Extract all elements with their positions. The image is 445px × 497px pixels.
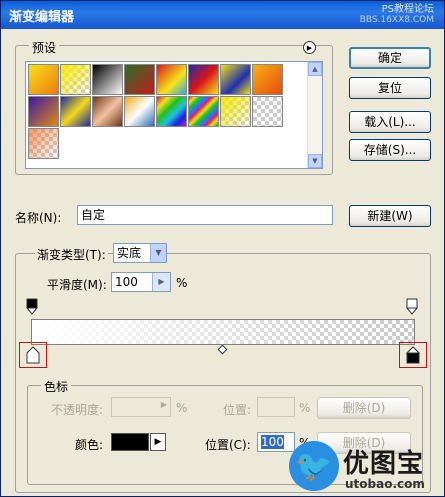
color-swatch[interactable] <box>111 433 149 451</box>
preset-swatch[interactable] <box>60 96 91 127</box>
opacity-location-label: 位置: <box>223 403 252 417</box>
opacity-input: ▶ <box>111 397 171 417</box>
preset-swatch[interactable] <box>92 96 123 127</box>
preset-swatch[interactable] <box>252 64 283 95</box>
scroll-down-icon[interactable]: ▼ <box>308 154 322 168</box>
ok-button[interactable]: 确定 <box>349 47 431 69</box>
preset-swatch[interactable] <box>60 64 91 95</box>
watermark-line2: BBS.16XX8.COM <box>359 15 434 25</box>
preset-swatch[interactable] <box>252 96 283 127</box>
gradient-editor-window: 渐变编辑器 PS教程论坛 BBS.16XX8.COM 预设 ▶ ▲ ▼ 确定 复… <box>0 0 445 497</box>
chevron-right-icon: ▶ <box>160 400 167 409</box>
smoothness-label: 平滑度(M): <box>47 278 107 292</box>
chevron-right-icon[interactable]: ▶ <box>150 433 166 451</box>
site-logo: 🐦 优图宝 utobao.com <box>289 441 445 497</box>
preset-swatch[interactable] <box>220 64 251 95</box>
preset-swatch[interactable] <box>220 96 251 127</box>
opacity-unit: % <box>176 401 188 415</box>
preset-swatch[interactable] <box>188 96 219 127</box>
name-label: 名称(N): <box>15 211 62 225</box>
circle-arrow-right-icon[interactable]: ▶ <box>303 41 316 54</box>
title-bar[interactable]: 渐变编辑器 PS教程论坛 BBS.16XX8.COM <box>1 1 444 29</box>
preset-swatch[interactable] <box>92 64 123 95</box>
stops-group-label: 色标 <box>41 378 72 395</box>
gradient-type-label: 渐变类型(T): <box>35 246 108 263</box>
chevron-down-icon[interactable]: ▼ <box>150 244 166 262</box>
preset-swatch[interactable] <box>156 64 187 95</box>
smoothness-value: 100 <box>115 275 138 289</box>
preset-swatch[interactable] <box>188 64 219 95</box>
color-stop-left[interactable] <box>26 346 40 364</box>
opacity-stop-right[interactable] <box>406 298 418 316</box>
presets-label: 预设 <box>29 39 60 56</box>
save-button[interactable]: 存储(S)... <box>349 139 431 161</box>
delete-opacity-stop-button: 删除(D) <box>317 397 411 419</box>
preset-swatch[interactable] <box>28 64 59 95</box>
reset-button[interactable]: 复位 <box>349 77 431 99</box>
preset-swatch[interactable] <box>124 96 155 127</box>
new-button[interactable]: 新建(W) <box>349 205 431 227</box>
gradient-preview-bar[interactable] <box>31 319 415 345</box>
logo-text: 优图宝 <box>343 449 425 479</box>
opacity-label: 不透明度: <box>51 403 104 417</box>
smoothness-input[interactable]: 100 ▶ <box>111 272 171 292</box>
preset-swatch-list[interactable]: ▲ ▼ <box>25 61 323 169</box>
preset-scrollbar[interactable]: ▲ ▼ <box>307 62 322 168</box>
color-location-value: 100 <box>261 435 284 449</box>
preset-swatch[interactable] <box>28 128 59 159</box>
color-label: 颜色: <box>75 438 104 452</box>
watermark: PS教程论坛 BBS.16XX8.COM <box>360 4 434 26</box>
scroll-up-icon[interactable]: ▲ <box>308 62 322 76</box>
gradient-type-value: 实底 <box>117 246 142 260</box>
logo-url: utobao.com <box>345 477 425 491</box>
window-title: 渐变编辑器 <box>9 10 75 25</box>
opacity-stop-left[interactable] <box>26 298 38 316</box>
preset-swatch[interactable] <box>28 96 59 127</box>
color-stop-right[interactable] <box>406 346 420 364</box>
gradient-type-select[interactable]: 实底 ▼ <box>113 243 167 263</box>
preset-swatch[interactable] <box>124 64 155 95</box>
opacity-location-input <box>257 397 295 417</box>
preset-swatch[interactable] <box>156 96 187 127</box>
color-location-label: 位置(C): <box>205 438 251 452</box>
load-button[interactable]: 载入(L)... <box>349 111 431 133</box>
opacity-location-unit: % <box>299 401 311 415</box>
name-input[interactable]: 自定 <box>77 205 333 225</box>
chevron-right-icon[interactable]: ▶ <box>152 273 170 291</box>
bird-icon: 🐦 <box>289 441 339 491</box>
smoothness-unit: % <box>176 276 188 290</box>
watermark-line1: PS教程论坛 <box>381 4 434 15</box>
